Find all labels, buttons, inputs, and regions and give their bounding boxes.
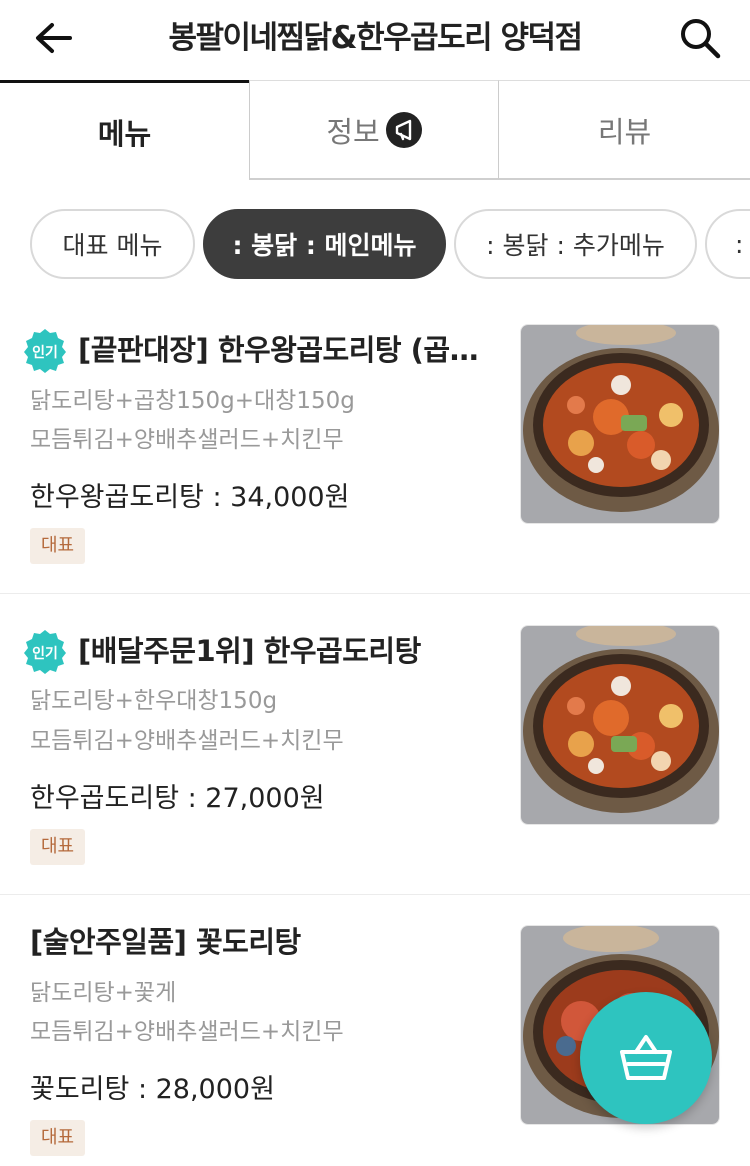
popular-badge-icon: 인기 — [24, 329, 66, 373]
app-header: 봉팔이네찜닭&한우곱도리 양덕점 — [0, 0, 750, 80]
store-title: 봉팔이네찜닭&한우곱도리 양덕점 — [168, 20, 583, 56]
popular-badge-icon: 인기 — [24, 630, 66, 674]
food-photo-icon — [521, 325, 719, 523]
cart-button[interactable] — [580, 992, 712, 1124]
menu-item-tag: 대표 — [30, 1120, 86, 1156]
megaphone-icon — [385, 111, 422, 148]
menu-item-image[interactable] — [520, 625, 720, 825]
search-button[interactable] — [678, 16, 722, 60]
divider — [0, 593, 750, 594]
search-icon — [681, 19, 721, 59]
back-button[interactable] — [30, 18, 78, 58]
tab-info-label: 정보 — [326, 114, 380, 149]
menu-item-price: 한우왕곱도리탕 : 34,000원 — [30, 482, 350, 513]
basket-icon — [620, 1035, 672, 1080]
popular-badge-label: 인기 — [32, 645, 58, 662]
menu-item-desc: 닭도리탕+곱창150g+대창150g — [30, 388, 355, 414]
category-chip-label: : 봉닭 : 메인메뉴 — [232, 231, 417, 260]
category-chip-label: : — [735, 229, 744, 259]
arrow-left-icon — [36, 23, 72, 53]
category-chip-representative[interactable]: 대표 메뉴 — [30, 209, 195, 279]
category-chip-extra-menu[interactable]: : 봉닭 : 추가메뉴 — [454, 209, 697, 279]
tab-info[interactable]: 정보 — [249, 80, 499, 180]
menu-item-price: 꽃도리탕 : 28,000원 — [30, 1074, 275, 1105]
category-chip-main-menu[interactable]: : 봉닭 : 메인메뉴 — [203, 209, 446, 279]
menu-item-name: [술안주일품] 꽃도리탕 — [30, 925, 301, 959]
category-chip-label: : 봉닭 : 추가메뉴 — [486, 231, 665, 260]
category-chip-more[interactable]: : — [705, 209, 750, 279]
menu-item-desc: 닭도리탕+꽃게 — [30, 980, 177, 1006]
category-chips: 대표 메뉴 : 봉닭 : 메인메뉴 : 봉닭 : 추가메뉴 : — [0, 209, 750, 281]
menu-item-image[interactable] — [520, 324, 720, 524]
tab-menu-label: 메뉴 — [97, 116, 152, 151]
category-chip-label: 대표 메뉴 — [62, 231, 163, 260]
popular-badge-label: 인기 — [32, 344, 58, 361]
store-tabs: 메뉴 정보 리뷰 — [0, 80, 750, 180]
menu-item-name: [끝판대장] 한우왕곱도리탕 (곱창+대창) — [78, 333, 490, 367]
menu-item-desc: 모듬튀김+양배추샐러드+치킨무 — [30, 1019, 344, 1045]
menu-item[interactable]: 인기 [끝판대장] 한우왕곱도리탕 (곱창+대창) 닭도리탕+곱창150g+대창… — [0, 324, 750, 590]
divider — [0, 894, 750, 895]
menu-item-price: 한우곱도리탕 : 27,000원 — [30, 783, 325, 814]
menu-item-desc: 모듬튀김+양배추샐러드+치킨무 — [30, 728, 344, 754]
food-photo-icon — [521, 626, 719, 824]
menu-item-desc: 모듬튀김+양배추샐러드+치킨무 — [30, 427, 344, 453]
tab-review-label: 리뷰 — [597, 114, 652, 149]
tab-menu[interactable]: 메뉴 — [0, 80, 249, 180]
menu-item-name: [배달주문1위] 한우곱도리탕 — [78, 634, 421, 668]
menu-item-desc: 닭도리탕+한우대창150g — [30, 688, 278, 714]
tab-review[interactable]: 리뷰 — [499, 80, 750, 180]
menu-item-tag: 대표 — [30, 829, 86, 865]
menu-item[interactable]: 인기 [배달주문1위] 한우곱도리탕 닭도리탕+한우대창150g 모듬튀김+양배… — [0, 625, 750, 891]
menu-item-tag: 대표 — [30, 528, 86, 564]
